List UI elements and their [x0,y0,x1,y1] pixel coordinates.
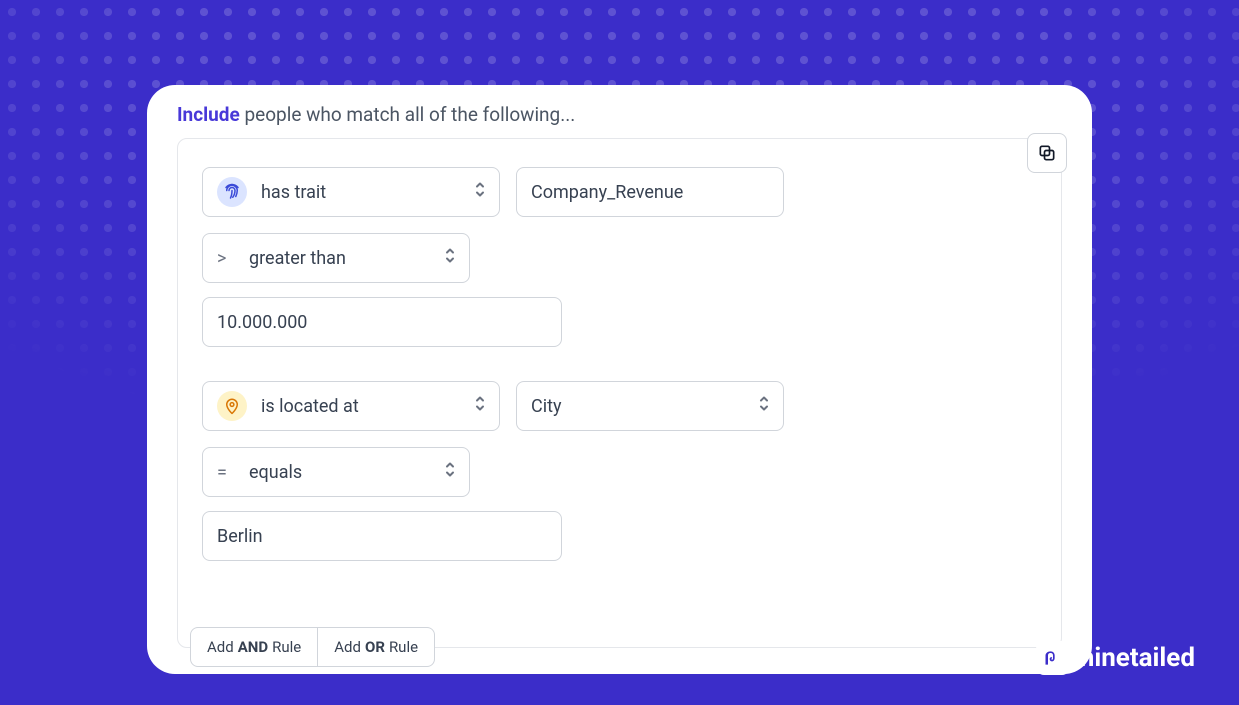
rule-builder-card: Include people who match all of the foll… [147,85,1092,674]
copy-button[interactable] [1027,133,1067,173]
add-and-rule-button[interactable]: Add AND Rule [190,627,318,667]
chevron-updown-icon [443,247,457,270]
rules-container: has trait Company_Revenue > greater than [177,138,1062,648]
chevron-updown-icon [757,395,771,418]
attribute-label: Company_Revenue [531,182,683,203]
fingerprint-icon [217,177,247,207]
attribute-select[interactable]: Company_Revenue [516,167,784,217]
ninetailed-logo-icon [1036,641,1070,675]
rule-type-label: is located at [261,396,359,417]
rule-group: is located at City = equals [202,381,1037,561]
rule-type-label: has trait [261,182,326,203]
value-input[interactable] [202,511,562,561]
chevron-updown-icon [473,181,487,204]
chevron-updown-icon [473,395,487,418]
operator-select[interactable]: = equals [202,447,470,497]
value-input[interactable] [202,297,562,347]
operator-label: greater than [249,248,346,269]
include-label: Include [177,103,240,126]
rule-type-select[interactable]: has trait [202,167,500,217]
add-or-rule-button[interactable]: Add OR Rule [318,627,435,667]
rule-value-row [202,297,1037,347]
rule-header: Include people who match all of the foll… [177,103,1062,126]
location-icon [217,391,247,421]
rule-group: has trait Company_Revenue > greater than [202,167,1037,347]
header-rest: people who match all of the following... [240,103,576,126]
chevron-updown-icon [443,461,457,484]
rule-type-select[interactable]: is located at [202,381,500,431]
rule-row: has trait Company_Revenue > greater than [202,167,1037,283]
rule-value-row [202,511,1037,561]
rule-row: is located at City = equals [202,381,1037,497]
operator-select[interactable]: > greater than [202,233,470,283]
operator-symbol: > [217,248,231,269]
brand-footer: ninetailed [1036,641,1195,675]
footer-buttons: Add AND Rule Add OR Rule [190,627,435,667]
attribute-select[interactable]: City [516,381,784,431]
copy-icon [1037,143,1057,163]
operator-symbol: = [217,462,231,483]
operator-label: equals [249,462,302,483]
brand-name: ninetailed [1080,643,1195,673]
attribute-label: City [531,396,562,417]
